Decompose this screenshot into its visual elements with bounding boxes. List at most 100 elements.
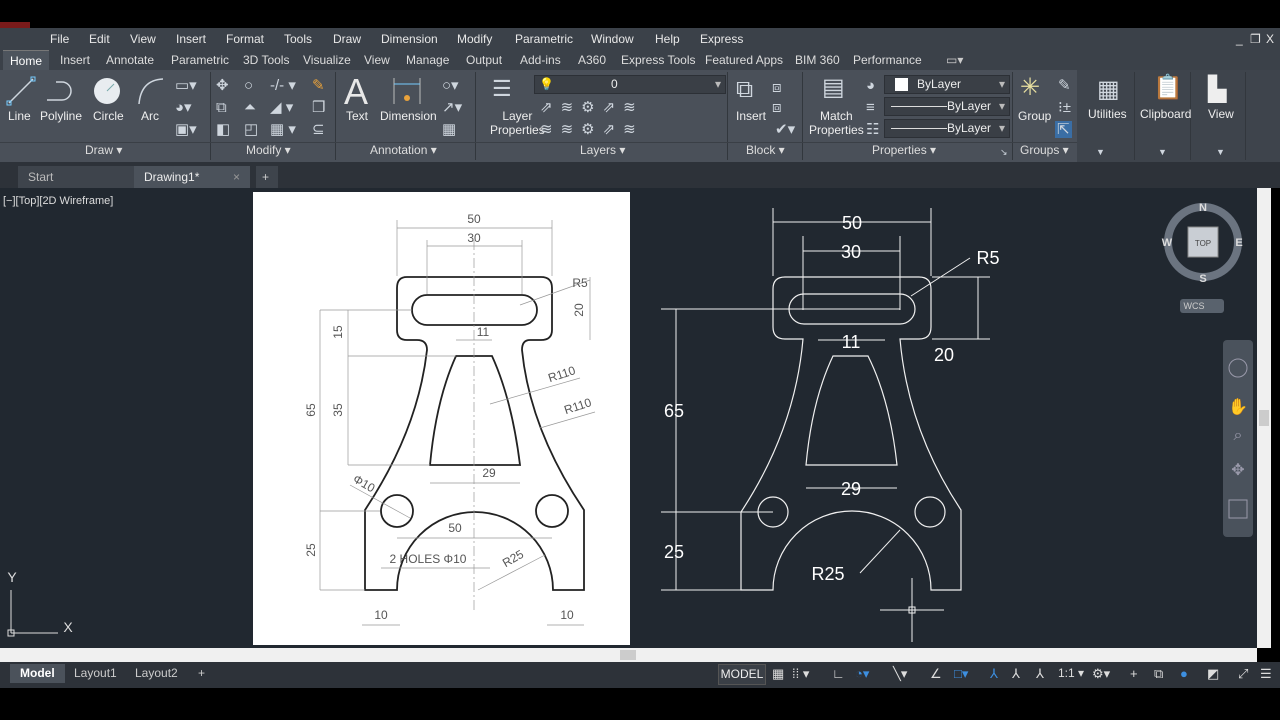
boundary-icon[interactable]: ▣▾	[175, 122, 197, 137]
compass-n[interactable]: N	[1199, 202, 1207, 214]
viewcube[interactable]: TOP N S E W WCS	[1162, 202, 1243, 313]
wcs-menu[interactable]: WCS	[1184, 301, 1205, 311]
menu-parametric[interactable]: Parametric	[515, 32, 573, 46]
modify-panel-title[interactable]: Modify ▾	[246, 143, 291, 157]
text-icon[interactable]: A	[344, 74, 368, 110]
offset-icon[interactable]: ⊆	[312, 122, 325, 137]
circle-icon[interactable]	[92, 76, 122, 106]
draw-panel-title[interactable]: Draw ▾	[85, 143, 122, 157]
tab-start[interactable]: Start	[18, 166, 134, 188]
dimension-button[interactable]: Dimension	[380, 109, 437, 123]
scale-icon[interactable]: ◰	[244, 122, 258, 137]
group-edit-icon[interactable]: ⁝±	[1058, 100, 1071, 115]
polyline-button[interactable]: Polyline	[40, 109, 82, 123]
annotation-scale-icon[interactable]: ⅄	[1036, 666, 1044, 682]
tab-express-tools[interactable]: Express Tools	[621, 53, 695, 67]
polyline-icon[interactable]	[44, 78, 76, 104]
vertical-scrollbar[interactable]	[1257, 188, 1271, 648]
color-dropdown[interactable]: ByLayer	[884, 75, 1010, 94]
isodraft-icon[interactable]: ╲▾	[893, 666, 907, 682]
block-panel-title[interactable]: Block ▾	[746, 143, 785, 157]
view-button[interactable]: View	[1208, 107, 1234, 121]
fillet-icon[interactable]: ◢ ▾	[270, 100, 293, 115]
arc-icon[interactable]	[136, 76, 166, 106]
annotation-monitor-icon[interactable]: +	[1130, 666, 1138, 681]
match-properties-button[interactable]: Match Properties	[809, 109, 864, 137]
tab-layout1[interactable]: Layout1	[64, 664, 127, 683]
annotation-scale-dropdown[interactable]: 1:1 ▾	[1058, 666, 1084, 680]
calculator-icon[interactable]: ▦	[1097, 78, 1120, 102]
dimension-icon[interactable]	[392, 76, 422, 106]
layer-dropdown[interactable]: 💡 0	[534, 75, 726, 94]
erase-icon[interactable]: ✎	[312, 78, 325, 93]
menu-format[interactable]: Format	[226, 32, 264, 46]
rectangle-icon[interactable]: ▭▾	[175, 78, 197, 93]
minimize-button[interactable]: _	[1236, 32, 1243, 46]
table-icon[interactable]: ▦	[442, 122, 456, 137]
mirror-icon[interactable]: ⏶	[244, 100, 256, 115]
multileader-icon[interactable]: ↗▾	[442, 100, 462, 115]
create-block-icon[interactable]: ⧈	[772, 80, 782, 95]
group-icon[interactable]: ✳	[1020, 76, 1040, 100]
grid-icon[interactable]: ▦	[772, 666, 784, 682]
layer-tools-row-2-icon[interactable]: ≋≋⚙⇗≋	[540, 122, 644, 137]
menu-dimension[interactable]: Dimension	[381, 32, 438, 46]
ortho-icon[interactable]: ∟	[832, 666, 845, 681]
menu-modify[interactable]: Modify	[457, 32, 492, 46]
linetype-dropdown[interactable]: ByLayer	[884, 97, 1010, 116]
circle-button[interactable]: Circle	[93, 109, 124, 123]
menu-draw[interactable]: Draw	[333, 32, 361, 46]
lineweight-dropdown[interactable]: ByLayer	[884, 119, 1010, 138]
snap-icon[interactable]: ⁞⁞ ▾	[792, 666, 809, 682]
annotation-visibility-icon[interactable]: ⅄	[990, 666, 998, 682]
workspace-gear-icon[interactable]: ⚙▾	[1092, 666, 1110, 682]
insert-block-icon[interactable]: ⧉	[736, 78, 753, 102]
compass-s[interactable]: S	[1199, 273, 1206, 285]
navigation-bar[interactable]: ✋ ⌕ ✥	[1223, 340, 1253, 537]
tab-home[interactable]: Home	[3, 50, 50, 70]
properties-panel-title[interactable]: Properties ▾	[872, 143, 936, 157]
isolate-objects-icon[interactable]: ●	[1180, 666, 1188, 681]
customization-menu-icon[interactable]: ☰	[1260, 666, 1272, 682]
tab-parametric[interactable]: Parametric	[171, 53, 229, 67]
chevron-down-icon[interactable]: ▼	[1216, 145, 1225, 160]
stretch-icon[interactable]: ◧	[216, 122, 230, 137]
view-folder-icon[interactable]: ▙	[1208, 78, 1226, 102]
chevron-down-icon[interactable]: ▼	[1158, 145, 1167, 160]
clipboard-button[interactable]: Clipboard	[1140, 107, 1191, 121]
tab-drawing1[interactable]: Drawing1* ×	[134, 166, 250, 188]
move-icon[interactable]: ✥	[216, 78, 229, 93]
tab-bim-360[interactable]: BIM 360	[795, 53, 840, 67]
new-tab-button[interactable]: +	[256, 166, 278, 188]
layer-tools-row-1-icon[interactable]: ⇗≋⚙⇗≋	[540, 100, 644, 115]
menu-express[interactable]: Express	[700, 32, 743, 46]
object-snap-icon[interactable]: □▾	[954, 666, 968, 682]
insert-button[interactable]: Insert	[736, 109, 766, 123]
clean-screen-icon[interactable]: ⤢	[1238, 666, 1248, 682]
tab-visualize[interactable]: Visualize	[303, 53, 351, 67]
tab-model[interactable]: Model	[10, 664, 65, 683]
menu-view[interactable]: View	[130, 32, 156, 46]
tab-output[interactable]: Output	[466, 53, 502, 67]
attribute-icon[interactable]: ✔▾	[775, 122, 795, 137]
tab-3d-tools[interactable]: 3D Tools	[243, 53, 289, 67]
chevron-down-icon[interactable]: ▼	[1096, 145, 1105, 160]
scroll-thumb[interactable]	[1259, 410, 1269, 426]
polar-icon[interactable]: ◔▾	[855, 666, 869, 682]
layer-properties-icon[interactable]: ☰	[492, 78, 512, 100]
copy-icon[interactable]: ⧉	[216, 100, 227, 115]
menu-help[interactable]: Help	[655, 32, 680, 46]
leader-icon[interactable]: ○▾	[442, 78, 459, 93]
drawing-canvas[interactable]: 50 30 R5 20 15 11 R110 R110 65 35 29 Φ10…	[0, 188, 1257, 648]
tab-a360[interactable]: A360	[578, 53, 606, 67]
tab-annotate[interactable]: Annotate	[106, 53, 154, 67]
annotation-panel-title[interactable]: Annotation ▾	[370, 143, 437, 157]
model-space-button[interactable]: MODEL	[718, 664, 766, 685]
close-button[interactable]: X	[1266, 32, 1274, 46]
edit-block-icon[interactable]: ⧈	[772, 100, 782, 115]
clipboard-icon[interactable]: 📋	[1153, 76, 1183, 100]
group-button[interactable]: Group	[1018, 109, 1051, 123]
arc-button[interactable]: Arc	[141, 109, 159, 123]
autoscale-icon[interactable]: ⅄	[1012, 666, 1020, 682]
rotate-icon[interactable]: ○	[244, 78, 253, 93]
